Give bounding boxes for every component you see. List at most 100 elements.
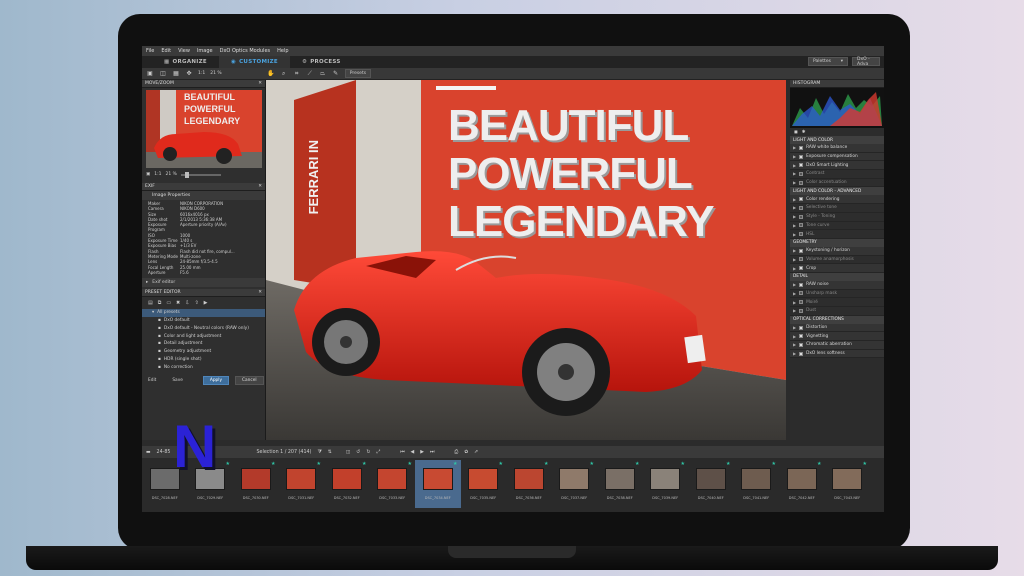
tab-customize[interactable]: ◉ CUSTOMIZE bbox=[218, 56, 290, 68]
palette-item[interactable]: ▶ Color accentuation bbox=[790, 178, 884, 188]
navigator-preview[interactable]: BEAUTIFUL POWERFUL LEGENDARY bbox=[146, 90, 262, 168]
cancel-button[interactable]: Cancel bbox=[235, 375, 264, 385]
enable-checkbox[interactable] bbox=[799, 145, 804, 150]
filmstrip-thumbnail[interactable]: ★ DSC_7037.NEF bbox=[552, 460, 598, 508]
save-button[interactable]: Save bbox=[172, 378, 183, 383]
enable-checkbox[interactable] bbox=[799, 300, 804, 305]
enable-checkbox[interactable] bbox=[799, 266, 804, 271]
zoom-slider-thumb[interactable] bbox=[184, 171, 189, 178]
enable-checkbox[interactable] bbox=[799, 291, 804, 296]
expand-icon[interactable]: ▶ bbox=[793, 154, 796, 159]
enable-checkbox[interactable] bbox=[799, 214, 804, 219]
enable-checkbox[interactable] bbox=[799, 351, 804, 356]
camera-icon[interactable]: ◼ bbox=[794, 130, 798, 135]
expand-icon[interactable]: ▶ bbox=[793, 266, 796, 271]
expand-icon[interactable]: ▶ bbox=[793, 342, 796, 347]
fit-icon[interactable]: ▣ bbox=[146, 172, 150, 177]
hand-icon[interactable]: ✋ bbox=[267, 70, 275, 78]
keystone-icon[interactable]: ⏢ bbox=[319, 70, 327, 78]
expand-icon[interactable]: ▶ bbox=[793, 145, 796, 150]
compare-icon[interactable]: ◫ bbox=[346, 450, 351, 455]
import-icon[interactable]: ⇩ bbox=[185, 300, 189, 306]
enable-checkbox[interactable] bbox=[799, 171, 804, 176]
enable-checkbox[interactable] bbox=[799, 180, 804, 185]
palette-item[interactable]: ▶ Distortion bbox=[790, 323, 884, 333]
print-icon[interactable]: ⎙ bbox=[454, 449, 458, 455]
preset-item[interactable]: ▪ Color and light adjustment bbox=[142, 333, 265, 341]
duplicate-icon[interactable]: ⧉ bbox=[158, 300, 162, 306]
exif-header[interactable]: EXIF ✕ bbox=[142, 183, 265, 191]
expand-icon[interactable]: ▶ bbox=[793, 163, 796, 168]
filter-icon[interactable]: ⧩ bbox=[317, 449, 321, 455]
filmstrip-thumbnail[interactable]: ★ DSC_7043.NEF bbox=[825, 460, 871, 508]
apply-button[interactable]: Apply bbox=[202, 375, 230, 385]
zoom-icon[interactable]: ⌕ bbox=[280, 70, 288, 78]
enable-checkbox[interactable] bbox=[799, 308, 804, 313]
filmstrip-thumbnail[interactable]: ★ DSC_7031.NEF bbox=[279, 460, 325, 508]
expand-icon[interactable]: ▶ bbox=[793, 171, 796, 176]
expand-icon[interactable]: ▶ bbox=[793, 214, 796, 219]
menu-help[interactable]: Help bbox=[277, 48, 288, 54]
enable-checkbox[interactable] bbox=[799, 325, 804, 330]
filmstrip-thumbnail[interactable]: ★ DSC_7033.NEF bbox=[370, 460, 416, 508]
folder-name[interactable]: 24-85 bbox=[157, 450, 171, 455]
palette-item[interactable]: ▶ DxO lens softness bbox=[790, 349, 884, 359]
sort-icon[interactable]: ⇅ bbox=[328, 450, 332, 455]
close-icon[interactable]: ✕ bbox=[258, 290, 262, 295]
edit-button[interactable]: Edit bbox=[148, 378, 156, 383]
palette-section-header[interactable]: GEOMETRY bbox=[790, 238, 884, 247]
enable-checkbox[interactable] bbox=[799, 232, 804, 237]
rotate-right-icon[interactable]: ↻ bbox=[366, 450, 370, 455]
exif-subtitle[interactable]: Image Properties bbox=[142, 191, 265, 200]
palette-item[interactable]: ▶ Style - Toning bbox=[790, 212, 884, 222]
filmstrip-thumbnail[interactable]: ★ DSC_7038.NEF bbox=[597, 460, 643, 508]
palette-item[interactable]: ▶ Volume anamorphosis bbox=[790, 255, 884, 265]
palette-item[interactable]: ▶ Contrast bbox=[790, 170, 884, 179]
palette-item[interactable]: ▶ Crop bbox=[790, 264, 884, 273]
palette-item[interactable]: ▶ RAW noise bbox=[790, 280, 884, 290]
crop-icon[interactable]: ⌗ bbox=[293, 70, 301, 78]
palette-item[interactable]: ▶ Exposure compensation bbox=[790, 152, 884, 162]
palette-item[interactable]: ▶ RAW white balance bbox=[790, 144, 884, 153]
filmstrip-thumbnail[interactable]: ★ DSC_7032.NEF bbox=[324, 460, 370, 508]
filmstrip-thumbnail[interactable]: ★ DSC_7035.NEF bbox=[461, 460, 507, 508]
folder-icon[interactable]: ▭ bbox=[166, 300, 171, 306]
expand-icon[interactable]: ▶ bbox=[793, 180, 796, 185]
menu-file[interactable]: File bbox=[146, 48, 154, 54]
eyedropper-icon[interactable]: ✎ bbox=[332, 70, 340, 78]
star-icon[interactable]: ✱ bbox=[802, 130, 806, 135]
menu-edit[interactable]: Edit bbox=[161, 48, 171, 54]
palette-section-header[interactable]: DETAIL bbox=[790, 272, 884, 281]
enable-checkbox[interactable] bbox=[799, 154, 804, 159]
filmstrip-thumbnail[interactable]: ★ DSC_7040.NEF bbox=[688, 460, 734, 508]
compare-view-icon[interactable]: ◫ bbox=[159, 70, 167, 78]
tab-organize[interactable]: ▦ ORGANIZE bbox=[152, 56, 219, 68]
presets-dropdown[interactable]: Presets bbox=[344, 69, 371, 78]
expand-icon[interactable]: ▶ bbox=[793, 197, 796, 202]
exif-editor-row[interactable]: ▸ Exif editor bbox=[142, 278, 265, 288]
export-icon[interactable]: ⇗ bbox=[474, 450, 478, 455]
delete-icon[interactable]: ✖ bbox=[176, 300, 180, 306]
share-icon[interactable]: ✿ bbox=[464, 450, 468, 455]
expand-icon[interactable]: ▶ bbox=[793, 205, 796, 210]
folder-icon[interactable]: ▬ bbox=[146, 450, 151, 455]
straighten-icon[interactable]: ⟋ bbox=[306, 70, 314, 78]
expand-icon[interactable]: ▶ bbox=[793, 223, 796, 228]
palette-item[interactable]: ▶ Tone curve bbox=[790, 221, 884, 231]
palette-item[interactable]: ▶ HSL bbox=[790, 230, 884, 239]
enable-checkbox[interactable] bbox=[799, 257, 804, 262]
palette-item[interactable]: ▶ Chromatic aberration bbox=[790, 341, 884, 350]
enable-checkbox[interactable] bbox=[799, 205, 804, 210]
enable-checkbox[interactable] bbox=[799, 197, 804, 202]
move-zoom-header[interactable]: MOVE/ZOOM ✕ bbox=[142, 80, 265, 88]
filmstrip-thumbnail[interactable]: ★ DSC_7034.NEF bbox=[415, 460, 461, 508]
palette-section-header[interactable]: OPTICAL CORRECTIONS bbox=[790, 315, 884, 324]
preset-editor-header[interactable]: PRESET EDITOR ✕ bbox=[142, 289, 265, 298]
expand-icon[interactable]: ▶ bbox=[793, 232, 796, 237]
single-view-icon[interactable]: ▣ bbox=[146, 70, 154, 78]
palette-section-header[interactable]: LIGHT AND COLOR - ADVANCED bbox=[790, 187, 884, 196]
image-viewer[interactable]: BEAUTIFUL POWERFUL LEGENDARY FERRARI IN bbox=[266, 80, 786, 440]
expand-icon[interactable]: ▶ bbox=[793, 308, 796, 313]
workspace-dropdown[interactable]: DxO - Adva bbox=[852, 57, 880, 67]
play-icon[interactable]: ▶ bbox=[420, 450, 424, 455]
